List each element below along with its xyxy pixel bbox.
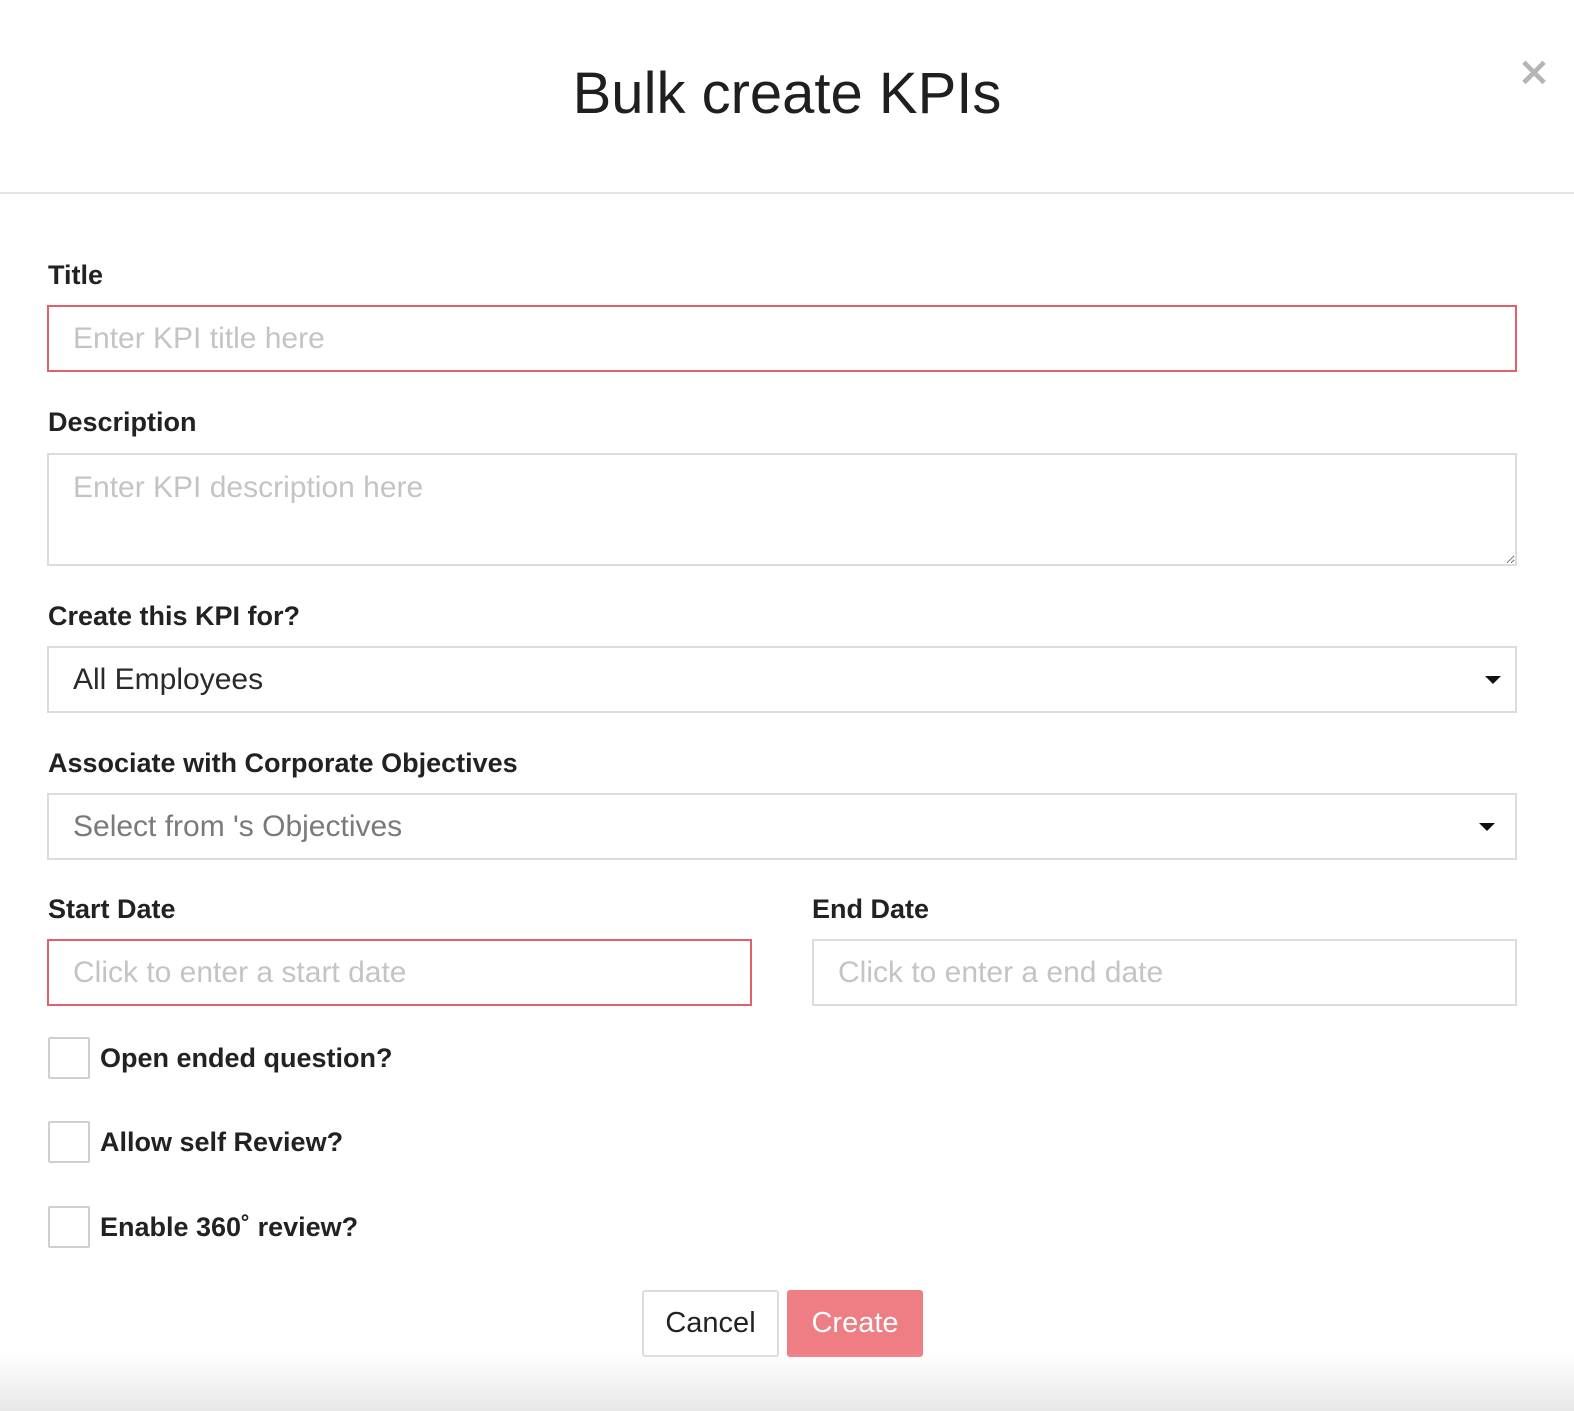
start-date-input[interactable]: [47, 939, 752, 1006]
open-ended-label: Open ended question?: [100, 1043, 393, 1073]
create-for-label: Create this KPI for?: [48, 601, 301, 631]
description-textarea[interactable]: [47, 453, 1517, 566]
objectives-label: Associate with Corporate Objectives: [48, 748, 518, 778]
objectives-placeholder: Select from 's Objectives: [73, 809, 403, 843]
chevron-down-icon: [1485, 675, 1501, 684]
end-date-input[interactable]: [812, 939, 1517, 1006]
cancel-button[interactable]: Cancel: [642, 1290, 779, 1357]
end-date-label: End Date: [812, 894, 930, 924]
title-input[interactable]: [47, 305, 1517, 372]
bottom-shadow: [0, 1351, 1574, 1411]
objectives-select[interactable]: Select from 's Objectives: [47, 793, 1517, 860]
open-ended-checkbox-row[interactable]: Open ended question?: [48, 1037, 393, 1079]
review-360-label: Enable 360˚ review?: [100, 1212, 359, 1242]
open-ended-checkbox[interactable]: [48, 1037, 90, 1079]
close-icon[interactable]: ×: [1514, 52, 1554, 92]
create-for-select[interactable]: All Employees: [47, 646, 1517, 713]
start-date-label: Start Date: [48, 894, 176, 924]
self-review-checkbox-row[interactable]: Allow self Review?: [48, 1121, 343, 1163]
review-360-checkbox-row[interactable]: Enable 360˚ review?: [48, 1206, 358, 1248]
self-review-checkbox[interactable]: [48, 1121, 90, 1163]
create-button[interactable]: Create: [787, 1290, 923, 1357]
modal-title: Bulk create KPIs: [572, 61, 1002, 126]
title-label: Title: [48, 260, 104, 290]
chevron-down-icon: [1479, 822, 1495, 831]
self-review-label: Allow self Review?: [100, 1127, 344, 1157]
modal-header: Bulk create KPIs ×: [0, 0, 1574, 194]
review-360-checkbox[interactable]: [48, 1206, 90, 1248]
bulk-create-kpis-modal: Bulk create KPIs × Title Description Cre…: [0, 0, 1574, 1411]
description-label: Description: [48, 407, 197, 437]
create-for-value: All Employees: [73, 662, 264, 696]
